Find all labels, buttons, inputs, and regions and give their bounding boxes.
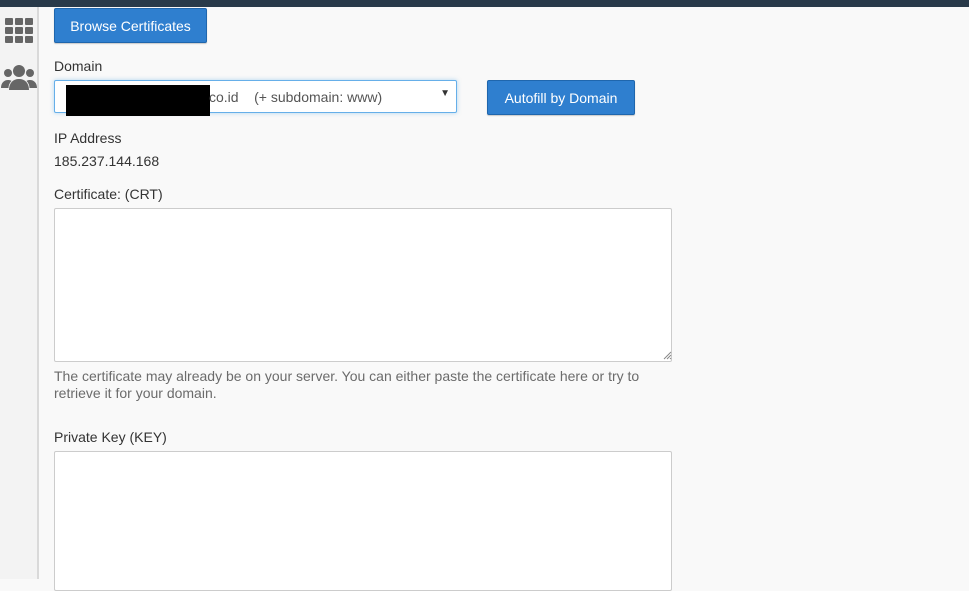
browse-certificates-button[interactable]: Browse Certificates	[54, 8, 207, 43]
certificate-label: Certificate: (CRT)	[54, 186, 163, 202]
certificate-help-text: The certificate may already be on your s…	[54, 368, 640, 401]
private-key-textarea[interactable]	[54, 451, 672, 591]
chevron-down-icon: ▼	[440, 88, 450, 99]
domain-label: Domain	[54, 58, 103, 74]
domain-select-value: co.id (+ subdomain: www)	[209, 89, 383, 105]
ip-address-label: IP Address	[54, 130, 122, 146]
ip-address-value: 185.237.144.168	[54, 153, 160, 169]
domain-select[interactable]: co.id (+ subdomain: www) ▼	[54, 80, 457, 116]
certificate-textarea[interactable]	[54, 208, 672, 362]
users-icon[interactable]	[0, 63, 37, 93]
sidebar	[0, 7, 39, 579]
autofill-by-domain-button[interactable]: Autofill by Domain	[487, 80, 635, 115]
grid-icon[interactable]	[0, 17, 37, 45]
resize-handle-icon[interactable]	[663, 351, 672, 360]
redaction-box	[66, 85, 210, 116]
private-key-label: Private Key (KEY)	[54, 429, 167, 445]
top-bar	[0, 0, 969, 7]
